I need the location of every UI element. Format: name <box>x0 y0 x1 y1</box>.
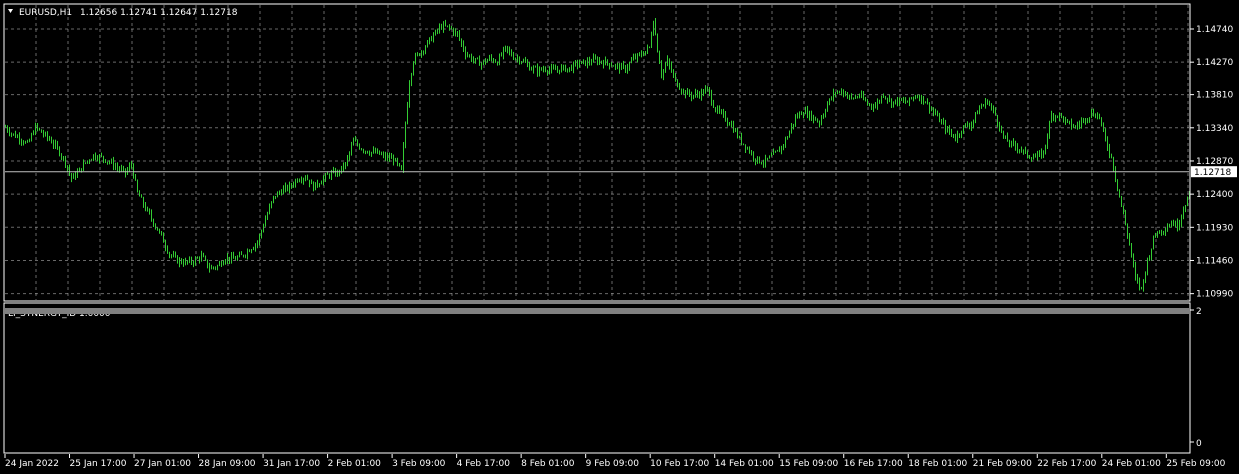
x-tick-label: 9 Feb 09:00 <box>586 459 640 469</box>
x-tick-label: 31 Jan 17:00 <box>263 459 320 469</box>
price-y-axis: 1.10990 1.11460 1.11930 1.12400 1.12870 1.133… <box>1190 25 1233 300</box>
x-tick-label: 16 Feb 17:00 <box>844 459 903 469</box>
x-tick-label: 3 Feb 09:00 <box>392 459 446 469</box>
x-tick-label: 14 Feb 01:00 <box>715 459 774 469</box>
y-tick-label: 1.14740 <box>1196 25 1233 35</box>
indicator-ymin-label: 0 <box>1196 439 1202 449</box>
y-tick-label: 1.13810 <box>1196 91 1233 101</box>
y-tick-label: 1.13340 <box>1196 124 1233 134</box>
y-tick-label: 1.11460 <box>1196 256 1233 266</box>
x-tick-label: 27 Jan 01:00 <box>134 459 191 469</box>
x-tick-label: 22 Feb 17:00 <box>1037 459 1096 469</box>
chart-canvas[interactable]: 1.10990 1.11460 1.11930 1.12400 1.12870 1.133… <box>0 0 1239 474</box>
x-tick-label: 28 Jan 09:00 <box>199 459 256 469</box>
x-tick-label: 15 Feb 09:00 <box>779 459 838 469</box>
y-tick-label: 1.10990 <box>1196 290 1233 300</box>
y-tick-label: 1.12870 <box>1196 157 1233 167</box>
x-tick-label: 25 Feb 09:00 <box>1166 459 1225 469</box>
x-tick-label: 24 Feb 01:00 <box>1102 459 1161 469</box>
x-tick-label: 21 Feb 09:00 <box>973 459 1032 469</box>
current-price-tag: 1.12718 <box>1191 166 1237 178</box>
y-tick-label: 1.11930 <box>1196 223 1233 233</box>
indicator-ymax-label: 2 <box>1196 307 1202 317</box>
current-price-label: 1.12718 <box>1194 168 1231 178</box>
x-tick-label: 4 Feb 17:00 <box>457 459 511 469</box>
x-tick-label: 8 Feb 01:00 <box>521 459 575 469</box>
symbol-label: EURUSD,H1 <box>19 8 72 18</box>
y-tick-label: 1.14270 <box>1196 58 1233 68</box>
x-tick-label: 25 Jan 17:00 <box>70 459 127 469</box>
ohlc-label: 1.12656 1.12741 1.12647 1.12718 <box>80 8 238 18</box>
x-tick-label: 10 Feb 17:00 <box>650 459 709 469</box>
y-tick-label: 1.12400 <box>1196 190 1233 200</box>
x-tick-label: 2 Feb 01:00 <box>328 459 382 469</box>
x-tick-label: 24 Jan 2022 <box>5 459 59 469</box>
x-tick-label: 18 Feb 01:00 <box>908 459 967 469</box>
